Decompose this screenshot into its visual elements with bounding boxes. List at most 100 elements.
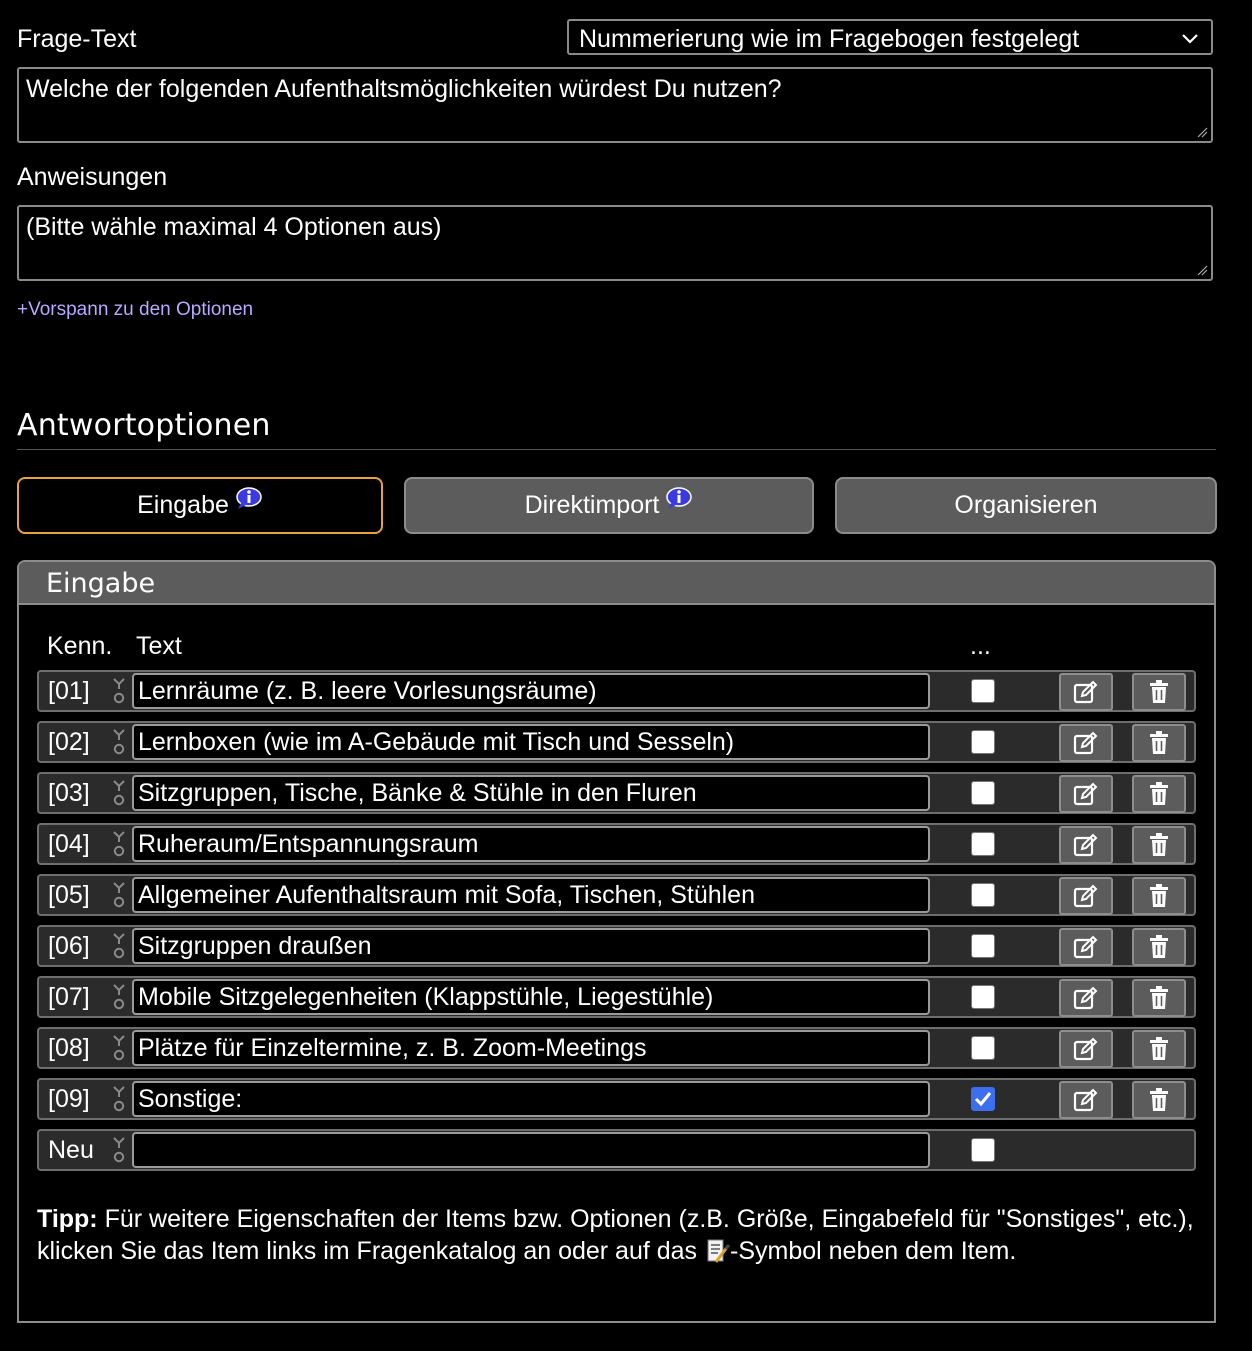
ok-drag-handle-icon[interactable] <box>112 1033 126 1063</box>
delete-button[interactable] <box>1132 775 1186 813</box>
edit-button[interactable] <box>1059 775 1113 813</box>
trash-icon <box>1148 833 1170 857</box>
trash-icon <box>1148 986 1170 1010</box>
resize-grip-icon[interactable] <box>1196 126 1208 138</box>
question-text-value: Welche der folgenden Aufenthaltsmöglichk… <box>26 75 782 103</box>
edit-button[interactable] <box>1059 877 1113 915</box>
option-row: [09] Sonstige: <box>37 1078 1196 1120</box>
panel-title: Eingabe <box>46 568 156 599</box>
preamble-link[interactable]: +Vorspann zu den Optionen <box>17 299 253 321</box>
edit-button[interactable] <box>1059 724 1113 762</box>
edit-button[interactable] <box>1059 826 1113 864</box>
option-code: [02] <box>48 728 90 756</box>
option-text-input[interactable]: Allgemeiner Aufenthaltsraum mit Sofa, Ti… <box>132 877 930 913</box>
option-code: Neu <box>48 1136 94 1164</box>
trash-icon <box>1148 1037 1170 1061</box>
checkmark-icon <box>974 1092 992 1107</box>
info-icon[interactable] <box>665 486 693 510</box>
ok-drag-handle-icon[interactable] <box>112 982 126 1012</box>
tab-eingabe[interactable]: Eingabe <box>17 477 383 534</box>
option-text-input[interactable]: Mobile Sitzgelegenheiten (Klappstühle, L… <box>132 979 930 1015</box>
edit-icon <box>1073 986 1099 1010</box>
option-row: [07] Mobile Sitzgelegenheiten (Klappstühl… <box>37 976 1196 1018</box>
option-checkbox[interactable] <box>971 781 995 805</box>
ok-drag-handle-icon[interactable] <box>112 1084 126 1114</box>
edit-icon <box>1073 782 1099 806</box>
edit-button[interactable] <box>1059 979 1113 1017</box>
option-text-input[interactable]: Ruheraum/Entspannungsraum <box>132 826 930 862</box>
column-header-text: Text <box>136 632 182 660</box>
option-text-input[interactable]: Sitzgruppen, Tische, Bänke & Stühle in d… <box>132 775 930 811</box>
tab-organisieren[interactable]: Organisieren <box>835 477 1217 534</box>
option-checkbox[interactable] <box>971 883 995 907</box>
divider <box>17 449 1216 450</box>
option-code: [01] <box>48 677 90 705</box>
delete-button[interactable] <box>1132 673 1186 711</box>
edit-button[interactable] <box>1059 1030 1113 1068</box>
option-row: [01] Lernräume (z. B. leere Vorlesungsräu… <box>37 670 1196 712</box>
option-row: [03] Sitzgruppen, Tische, Bänke & Stühle … <box>37 772 1196 814</box>
option-text-input[interactable]: Plätze für Einzeltermine, z. B. Zoom-Mee… <box>132 1030 930 1066</box>
ok-drag-handle-icon[interactable] <box>112 727 126 757</box>
edit-icon <box>1073 884 1099 908</box>
edit-button[interactable] <box>1059 1081 1113 1119</box>
option-code: [04] <box>48 830 90 858</box>
edit-icon <box>1073 731 1099 755</box>
option-text-input[interactable]: Sitzgruppen draußen <box>132 928 930 964</box>
option-checkbox[interactable] <box>971 730 995 754</box>
trash-icon <box>1148 1088 1170 1112</box>
option-code: [09] <box>48 1085 90 1113</box>
trash-icon <box>1148 680 1170 704</box>
tip-text-part2: -Symbol neben dem Item. <box>730 1237 1017 1265</box>
option-checkbox[interactable] <box>971 679 995 703</box>
delete-button[interactable] <box>1132 877 1186 915</box>
resize-grip-icon[interactable] <box>1196 264 1208 276</box>
edit-button[interactable] <box>1059 928 1113 966</box>
numbering-select-value: Nummerierung wie im Fragebogen festgeleg… <box>579 25 1080 53</box>
instructions-field[interactable]: (Bitte wähle maximal 4 Optionen aus) <box>17 205 1213 281</box>
option-checkbox[interactable] <box>971 934 995 958</box>
question-label: Frage-Text <box>17 25 137 53</box>
edit-icon <box>1073 680 1099 704</box>
option-checkbox[interactable] <box>971 985 995 1009</box>
option-row: [06] Sitzgruppen draußen <box>37 925 1196 967</box>
delete-button[interactable] <box>1132 1030 1186 1068</box>
edit-button[interactable] <box>1059 673 1113 711</box>
ok-drag-handle-icon[interactable] <box>112 676 126 706</box>
instructions-label: Anweisungen <box>17 163 168 191</box>
ok-drag-handle-icon[interactable] <box>112 1135 126 1165</box>
ok-drag-handle-icon[interactable] <box>112 880 126 910</box>
option-text-input[interactable]: Lernräume (z. B. leere Vorlesungsräume) <box>132 673 930 709</box>
numbering-select[interactable]: Nummerierung wie im Fragebogen festgeleg… <box>567 19 1213 55</box>
option-checkbox[interactable] <box>971 1036 995 1060</box>
edit-icon <box>1073 1037 1099 1061</box>
column-header-kenn: Kenn. <box>47 632 113 660</box>
option-checkbox[interactable] <box>971 832 995 856</box>
delete-button[interactable] <box>1132 1081 1186 1119</box>
delete-button[interactable] <box>1132 979 1186 1017</box>
edit-icon <box>1073 935 1099 959</box>
tip-label: Tipp: <box>37 1205 98 1233</box>
option-code: [07] <box>48 983 90 1011</box>
option-text-input[interactable]: Lernboxen (wie im A-Gebäude mit Tisch un… <box>132 724 930 760</box>
ok-drag-handle-icon[interactable] <box>112 778 126 808</box>
ok-drag-handle-icon[interactable] <box>112 931 126 961</box>
option-row: [04] Ruheraum/Entspannungsraum <box>37 823 1196 865</box>
ok-drag-handle-icon[interactable] <box>112 829 126 859</box>
option-text-input[interactable]: Sonstige: <box>132 1081 930 1117</box>
option-checkbox[interactable] <box>971 1087 995 1111</box>
info-icon[interactable] <box>235 486 263 510</box>
delete-button[interactable] <box>1132 928 1186 966</box>
tip-text-part1: Für weitere Eigenschaften der Items bzw.… <box>37 1205 1194 1265</box>
tab-organisieren-label: Organisieren <box>954 491 1098 519</box>
tab-direktimport[interactable]: Direktimport <box>404 477 814 534</box>
chevron-down-icon <box>1182 34 1198 44</box>
option-checkbox[interactable] <box>971 1138 995 1162</box>
option-code: [05] <box>48 881 90 909</box>
question-text-field[interactable]: Welche der folgenden Aufenthaltsmöglichk… <box>17 67 1213 143</box>
delete-button[interactable] <box>1132 826 1186 864</box>
option-code: [06] <box>48 932 90 960</box>
option-text-input[interactable] <box>132 1132 930 1168</box>
delete-button[interactable] <box>1132 724 1186 762</box>
tab-eingabe-label: Eingabe <box>137 491 229 519</box>
